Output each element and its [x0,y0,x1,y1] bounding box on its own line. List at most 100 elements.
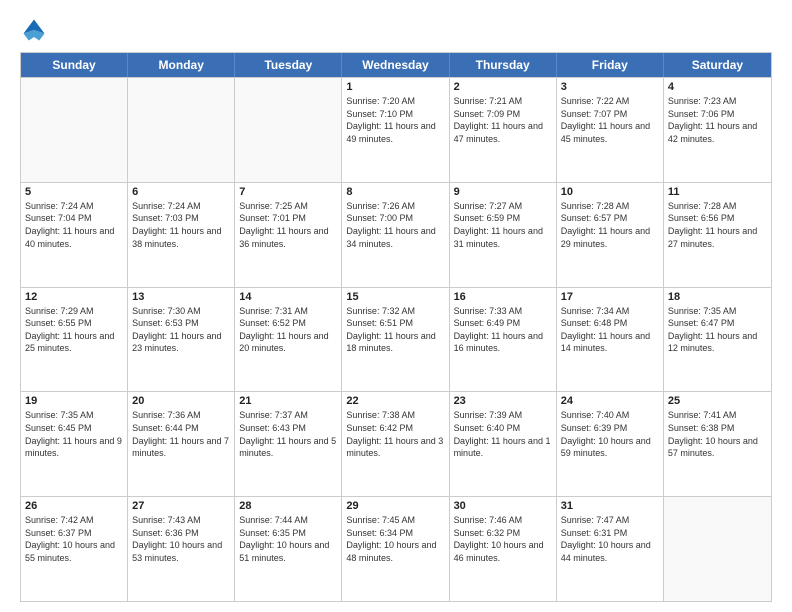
day-number: 15 [346,291,444,303]
cell-text: Sunrise: 7:33 AM Sunset: 6:49 PM Dayligh… [454,305,552,355]
header [20,16,772,44]
calendar-cell: 1Sunrise: 7:20 AM Sunset: 7:10 PM Daylig… [342,78,449,182]
calendar-cell: 14 Sunrise: 7:31 AM Sunset: 6:52 PM Dayli… [235,288,342,392]
cell-text: Sunrise: 7:24 AM Sunset: 7:03 PM Dayligh… [132,200,230,250]
day-number: 10 [561,186,659,198]
cell-text: Sunrise: 7:41 AM Sunset: 6:38 PM Dayligh… [668,409,767,459]
cell-text: Sunrise: 7:35 AM Sunset: 6:45 PM Dayligh… [25,409,123,459]
day-number: 13 [132,291,230,303]
cell-text: Sunrise: 7:46 AM Sunset: 6:32 PM Dayligh… [454,514,552,564]
day-number: 6 [132,186,230,198]
calendar-cell: 22Sunrise: 7:38 AM Sunset: 6:42 PM Dayli… [342,392,449,496]
cell-text: Sunrise: 7:44 AM Sunset: 6:35 PM Dayligh… [239,514,337,564]
day-number: 22 [346,395,444,407]
cell-text: Sunrise: 7:43 AM Sunset: 6:36 PM Dayligh… [132,514,230,564]
calendar-cell: 26 Sunrise: 7:42 AM Sunset: 6:37 PM Dayli… [21,497,128,601]
header-cell-friday: Friday [557,53,664,77]
cell-text: Sunrise: 7:42 AM Sunset: 6:37 PM Dayligh… [25,514,123,564]
logo [20,16,52,44]
calendar: SundayMondayTuesdayWednesdayThursdayFrid… [20,52,772,602]
cell-text: Sunrise: 7:28 AM Sunset: 6:56 PM Dayligh… [668,200,767,250]
day-number: 1 [346,81,444,93]
cell-text: Sunrise: 7:21 AM Sunset: 7:09 PM Dayligh… [454,95,552,145]
calendar-row-1: 5 Sunrise: 7:24 AM Sunset: 7:04 PM Daylig… [21,182,771,287]
calendar-cell: 30 Sunrise: 7:46 AM Sunset: 6:32 PM Dayli… [450,497,557,601]
calendar-cell: 6 Sunrise: 7:24 AM Sunset: 7:03 PM Daylig… [128,183,235,287]
calendar-cell: 24 Sunrise: 7:40 AM Sunset: 6:39 PM Dayli… [557,392,664,496]
day-number: 9 [454,186,552,198]
cell-text: Sunrise: 7:29 AM Sunset: 6:55 PM Dayligh… [25,305,123,355]
day-number: 17 [561,291,659,303]
calendar-cell: 3Sunrise: 7:22 AM Sunset: 7:07 PM Daylig… [557,78,664,182]
day-number: 21 [239,395,337,407]
calendar-row-2: 12 Sunrise: 7:29 AM Sunset: 6:55 PM Dayli… [21,287,771,392]
calendar-cell: 29 Sunrise: 7:45 AM Sunset: 6:34 PM Dayli… [342,497,449,601]
day-number: 19 [25,395,123,407]
header-cell-saturday: Saturday [664,53,771,77]
cell-text: Sunrise: 7:47 AM Sunset: 6:31 PM Dayligh… [561,514,659,564]
day-number: 30 [454,500,552,512]
day-number: 25 [668,395,767,407]
header-cell-monday: Monday [128,53,235,77]
calendar-cell: 10 Sunrise: 7:28 AM Sunset: 6:57 PM Dayli… [557,183,664,287]
calendar-cell [235,78,342,182]
day-number: 28 [239,500,337,512]
calendar-cell: 13 Sunrise: 7:30 AM Sunset: 6:53 PM Dayli… [128,288,235,392]
header-cell-sunday: Sunday [21,53,128,77]
calendar-cell: 23 Sunrise: 7:39 AM Sunset: 6:40 PM Dayli… [450,392,557,496]
day-number: 5 [25,186,123,198]
calendar-cell [664,497,771,601]
day-number: 2 [454,81,552,93]
calendar-row-0: 1Sunrise: 7:20 AM Sunset: 7:10 PM Daylig… [21,77,771,182]
calendar-cell: 16 Sunrise: 7:33 AM Sunset: 6:49 PM Dayli… [450,288,557,392]
calendar-cell: 20Sunrise: 7:36 AM Sunset: 6:44 PM Dayli… [128,392,235,496]
cell-text: Sunrise: 7:30 AM Sunset: 6:53 PM Dayligh… [132,305,230,355]
calendar-body: 1Sunrise: 7:20 AM Sunset: 7:10 PM Daylig… [21,77,771,601]
cell-text: Sunrise: 7:26 AM Sunset: 7:00 PM Dayligh… [346,200,444,250]
day-number: 3 [561,81,659,93]
calendar-cell: 15 Sunrise: 7:32 AM Sunset: 6:51 PM Dayli… [342,288,449,392]
calendar-cell [21,78,128,182]
calendar-cell: 5 Sunrise: 7:24 AM Sunset: 7:04 PM Daylig… [21,183,128,287]
day-number: 14 [239,291,337,303]
day-number: 11 [668,186,767,198]
day-number: 29 [346,500,444,512]
cell-text: Sunrise: 7:31 AM Sunset: 6:52 PM Dayligh… [239,305,337,355]
calendar-cell: 2 Sunrise: 7:21 AM Sunset: 7:09 PM Daylig… [450,78,557,182]
day-number: 23 [454,395,552,407]
calendar-cell: 12 Sunrise: 7:29 AM Sunset: 6:55 PM Dayli… [21,288,128,392]
cell-text: Sunrise: 7:28 AM Sunset: 6:57 PM Dayligh… [561,200,659,250]
day-number: 26 [25,500,123,512]
cell-text: Sunrise: 7:36 AM Sunset: 6:44 PM Dayligh… [132,409,230,459]
day-number: 27 [132,500,230,512]
header-cell-tuesday: Tuesday [235,53,342,77]
logo-icon [20,16,48,44]
day-number: 24 [561,395,659,407]
calendar-cell: 8 Sunrise: 7:26 AM Sunset: 7:00 PM Daylig… [342,183,449,287]
calendar-row-3: 19 Sunrise: 7:35 AM Sunset: 6:45 PM Dayli… [21,391,771,496]
day-number: 18 [668,291,767,303]
day-number: 8 [346,186,444,198]
header-cell-thursday: Thursday [450,53,557,77]
cell-text: Sunrise: 7:37 AM Sunset: 6:43 PM Dayligh… [239,409,337,459]
day-number: 4 [668,81,767,93]
cell-text: Sunrise: 7:40 AM Sunset: 6:39 PM Dayligh… [561,409,659,459]
calendar-cell: 18Sunrise: 7:35 AM Sunset: 6:47 PM Dayli… [664,288,771,392]
cell-text: Sunrise: 7:24 AM Sunset: 7:04 PM Dayligh… [25,200,123,250]
calendar-cell: 7Sunrise: 7:25 AM Sunset: 7:01 PM Daylig… [235,183,342,287]
day-number: 31 [561,500,659,512]
cell-text: Sunrise: 7:45 AM Sunset: 6:34 PM Dayligh… [346,514,444,564]
header-cell-wednesday: Wednesday [342,53,449,77]
day-number: 16 [454,291,552,303]
calendar-cell: 31 Sunrise: 7:47 AM Sunset: 6:31 PM Dayli… [557,497,664,601]
day-number: 12 [25,291,123,303]
calendar-cell: 21 Sunrise: 7:37 AM Sunset: 6:43 PM Dayli… [235,392,342,496]
calendar-cell: 28 Sunrise: 7:44 AM Sunset: 6:35 PM Dayli… [235,497,342,601]
day-number: 7 [239,186,337,198]
cell-text: Sunrise: 7:32 AM Sunset: 6:51 PM Dayligh… [346,305,444,355]
calendar-cell: 17Sunrise: 7:34 AM Sunset: 6:48 PM Dayli… [557,288,664,392]
calendar-cell: 9Sunrise: 7:27 AM Sunset: 6:59 PM Daylig… [450,183,557,287]
calendar-cell: 4Sunrise: 7:23 AM Sunset: 7:06 PM Daylig… [664,78,771,182]
calendar-cell: 27 Sunrise: 7:43 AM Sunset: 6:36 PM Dayli… [128,497,235,601]
cell-text: Sunrise: 7:39 AM Sunset: 6:40 PM Dayligh… [454,409,552,459]
